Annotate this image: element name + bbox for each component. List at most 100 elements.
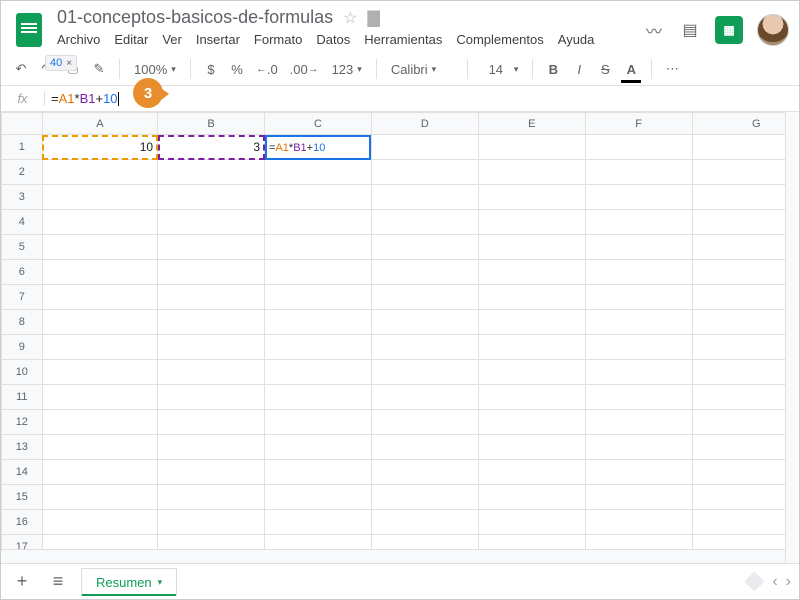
menu-data[interactable]: Datos xyxy=(316,32,350,47)
cell-C6[interactable] xyxy=(265,260,372,285)
col-header-B[interactable]: B xyxy=(158,113,265,135)
cell-E13[interactable] xyxy=(478,435,585,460)
row-header-4[interactable]: 4 xyxy=(2,210,43,235)
cell-F15[interactable] xyxy=(585,485,692,510)
cell-D5[interactable] xyxy=(371,235,478,260)
cell-C11[interactable] xyxy=(265,385,372,410)
cell-A2[interactable] xyxy=(42,160,157,185)
cell-B16[interactable] xyxy=(158,510,265,535)
share-button[interactable]: ▦ xyxy=(715,16,743,44)
cell-E10[interactable] xyxy=(478,360,585,385)
cell-G13[interactable] xyxy=(692,435,799,460)
row-header-3[interactable]: 3 xyxy=(2,185,43,210)
menu-edit[interactable]: Editar xyxy=(114,32,148,47)
cell-D12[interactable] xyxy=(371,410,478,435)
cell-G1[interactable] xyxy=(692,135,799,160)
cell-C8[interactable] xyxy=(265,310,372,335)
cell-C5[interactable] xyxy=(265,235,372,260)
activity-icon[interactable]: 〰 xyxy=(643,19,665,41)
row-header-11[interactable]: 11 xyxy=(2,385,43,410)
cell-E9[interactable] xyxy=(478,335,585,360)
row-header-13[interactable]: 13 xyxy=(2,435,43,460)
explore-button[interactable] xyxy=(744,572,764,592)
cell-F12[interactable] xyxy=(585,410,692,435)
cell-A3[interactable] xyxy=(42,185,157,210)
cell-C10[interactable] xyxy=(265,360,372,385)
cell-A1[interactable]: 10 xyxy=(42,135,157,160)
cell-A11[interactable] xyxy=(42,385,157,410)
cell-B7[interactable] xyxy=(158,285,265,310)
font-size-select[interactable]: 14▾ xyxy=(478,61,523,78)
cell-D11[interactable] xyxy=(371,385,478,410)
menu-file[interactable]: Archivo xyxy=(57,32,100,47)
cell-D14[interactable] xyxy=(371,460,478,485)
horizontal-scrollbar[interactable] xyxy=(1,549,785,563)
cell-G4[interactable] xyxy=(692,210,799,235)
col-header-G[interactable]: G xyxy=(692,113,799,135)
row-header-5[interactable]: 5 xyxy=(2,235,43,260)
cell-A16[interactable] xyxy=(42,510,157,535)
paint-format-button[interactable]: ✎ xyxy=(89,57,109,81)
percent-button[interactable]: % xyxy=(227,57,247,81)
cell-E7[interactable] xyxy=(478,285,585,310)
cell-C2[interactable] xyxy=(265,160,372,185)
row-header-8[interactable]: 8 xyxy=(2,310,43,335)
cell-B1[interactable]: 3 xyxy=(158,135,265,160)
cell-F1[interactable] xyxy=(585,135,692,160)
tab-scroll-right[interactable]: › xyxy=(786,573,791,591)
cell-C15[interactable] xyxy=(265,485,372,510)
tab-scroll-left[interactable]: ‹ xyxy=(772,573,777,591)
cell-G9[interactable] xyxy=(692,335,799,360)
cell-E12[interactable] xyxy=(478,410,585,435)
cell-F2[interactable] xyxy=(585,160,692,185)
currency-button[interactable]: $ xyxy=(201,57,221,81)
row-header-2[interactable]: 2 xyxy=(2,160,43,185)
col-header-C[interactable]: C xyxy=(265,113,372,135)
cell-F8[interactable] xyxy=(585,310,692,335)
cell-D10[interactable] xyxy=(371,360,478,385)
decrease-decimal-button[interactable]: ←.0 xyxy=(253,57,281,81)
cell-A10[interactable] xyxy=(42,360,157,385)
italic-button[interactable]: I xyxy=(569,57,589,81)
row-header-1[interactable]: 1 xyxy=(2,135,43,160)
cell-F10[interactable] xyxy=(585,360,692,385)
strikethrough-button[interactable]: S xyxy=(595,57,615,81)
increase-decimal-button[interactable]: .00→ xyxy=(287,57,322,81)
number-format-select[interactable]: 123▾ xyxy=(328,62,366,77)
cell-C4[interactable] xyxy=(265,210,372,235)
more-toolbar-button[interactable]: ⋯ xyxy=(662,57,682,81)
undo-button[interactable]: ↶ xyxy=(11,57,31,81)
cell-D8[interactable] xyxy=(371,310,478,335)
cell-F4[interactable] xyxy=(585,210,692,235)
cell-F9[interactable] xyxy=(585,335,692,360)
zoom-select[interactable]: 100%▾ xyxy=(130,62,180,77)
menu-addons[interactable]: Complementos xyxy=(456,32,543,47)
add-sheet-button[interactable]: + xyxy=(9,569,35,595)
star-icon[interactable]: ☆ xyxy=(343,8,357,28)
cell-A5[interactable] xyxy=(42,235,157,260)
cell-G14[interactable] xyxy=(692,460,799,485)
cell-A14[interactable] xyxy=(42,460,157,485)
cell-G10[interactable] xyxy=(692,360,799,385)
cell-B8[interactable] xyxy=(158,310,265,335)
cell-E15[interactable] xyxy=(478,485,585,510)
cell-C13[interactable] xyxy=(265,435,372,460)
cell-F3[interactable] xyxy=(585,185,692,210)
menu-view[interactable]: Ver xyxy=(162,32,182,47)
row-header-7[interactable]: 7 xyxy=(2,285,43,310)
col-header-A[interactable]: A xyxy=(42,113,157,135)
cell-C12[interactable] xyxy=(265,410,372,435)
cell-E2[interactable] xyxy=(478,160,585,185)
cell-E11[interactable] xyxy=(478,385,585,410)
cell-E8[interactable] xyxy=(478,310,585,335)
spreadsheet-grid[interactable]: A B C D E F G 1103=A1*B1+102345678910111… xyxy=(1,112,799,563)
font-select[interactable]: Calibri▾ xyxy=(387,62,457,77)
cell-D2[interactable] xyxy=(371,160,478,185)
cell-B12[interactable] xyxy=(158,410,265,435)
cell-B4[interactable] xyxy=(158,210,265,235)
cell-B11[interactable] xyxy=(158,385,265,410)
doc-title[interactable]: 01-conceptos-basicos-de-formulas xyxy=(57,7,333,28)
cell-A4[interactable] xyxy=(42,210,157,235)
cell-F14[interactable] xyxy=(585,460,692,485)
cell-F11[interactable] xyxy=(585,385,692,410)
